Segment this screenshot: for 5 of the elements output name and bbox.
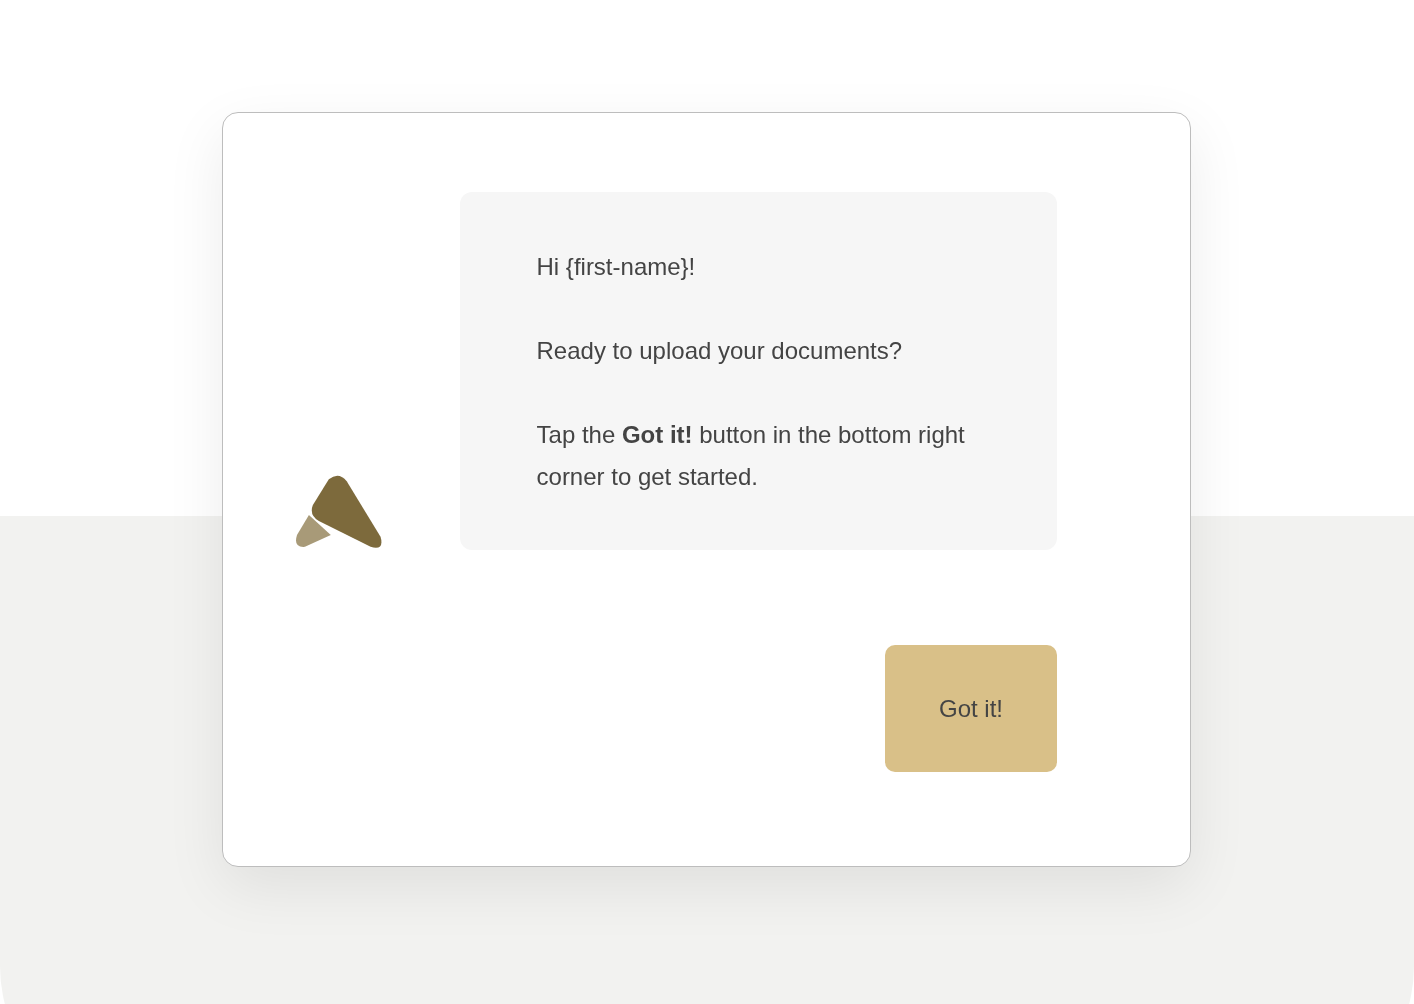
message-text: Tap the Got it! button in the bottom right corner to get started. — [536, 420, 966, 492]
message-text: Ready to upload your documents? — [536, 336, 904, 366]
message-text: Hi {first-name}! — [536, 252, 697, 282]
logo-icon — [295, 475, 383, 551]
got-it-button[interactable]: Got it! — [885, 645, 1057, 772]
